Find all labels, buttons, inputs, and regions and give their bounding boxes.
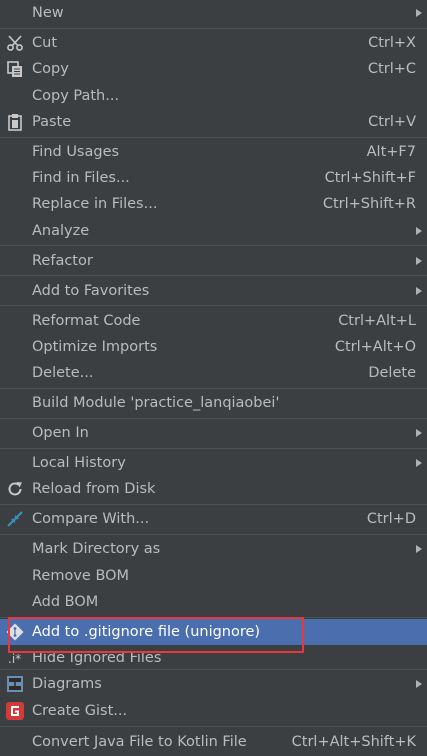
menu-item-optimize-imports[interactable]: Optimize Imports Ctrl+Alt+O — [0, 334, 427, 360]
menu-item-new[interactable]: New — [0, 0, 427, 26]
submenu-arrow-icon — [416, 545, 422, 553]
menu-separator — [0, 617, 427, 618]
menu-item-label: Build Module 'practice_lanqiaobei' — [32, 395, 280, 411]
svg-text:.i*: .i* — [8, 652, 21, 666]
menu-item-convert-java-kotlin[interactable]: Convert Java File to Kotlin File Ctrl+Al… — [0, 729, 427, 755]
shortcut-label: Ctrl+Shift+F — [324, 170, 416, 186]
menu-item-label: Find Usages — [32, 144, 120, 160]
menu-item-label: Copy — [32, 61, 69, 77]
menu-item-build-module[interactable]: Build Module 'practice_lanqiaobei' — [0, 390, 427, 416]
shortcut-label: Ctrl+C — [367, 61, 416, 77]
copy-icon — [6, 60, 24, 78]
menu-separator — [0, 504, 427, 505]
submenu-arrow-icon — [416, 257, 422, 265]
compare-arrows-icon — [6, 510, 24, 528]
menu-item-delete[interactable]: Delete... Delete — [0, 360, 427, 386]
gist-icon — [6, 702, 24, 720]
menu-item-find-in-files[interactable]: Find in Files... Ctrl+Shift+F — [0, 165, 427, 191]
menu-item-add-to-favorites[interactable]: Add to Favorites — [0, 278, 427, 304]
menu-item-label: Add to Favorites — [32, 283, 150, 299]
shortcut-label: Ctrl+Alt+L — [338, 313, 416, 329]
menu-item-label: Paste — [32, 114, 72, 130]
submenu-arrow-icon — [416, 9, 422, 17]
shortcut-label: Delete — [368, 365, 416, 381]
menu-item-remove-bom[interactable]: Remove BOM — [0, 563, 427, 589]
menu-item-label: Copy Path... — [32, 88, 120, 104]
menu-item-label: New — [32, 5, 64, 21]
menu-item-label: Reformat Code — [32, 313, 141, 329]
menu-item-add-to-gitignore[interactable]: Add to .gitignore file (unignore) — [0, 619, 427, 645]
menu-item-mark-directory-as[interactable]: Mark Directory as — [0, 536, 427, 562]
menu-separator — [0, 448, 427, 449]
menu-separator — [0, 245, 427, 246]
menu-item-label: Local History — [32, 455, 126, 471]
shortcut-label: Ctrl+Alt+O — [334, 339, 416, 355]
menu-separator — [0, 305, 427, 306]
hide-files-icon: .i* — [6, 649, 24, 667]
menu-item-label: Convert Java File to Kotlin File — [32, 734, 247, 750]
menu-item-find-usages[interactable]: Find Usages Alt+F7 — [0, 139, 427, 165]
reload-icon — [6, 480, 24, 498]
context-menu: New Cut Ctrl+X Copy Ctrl+C Copy Path... … — [0, 0, 427, 756]
menu-item-label: Analyze — [32, 223, 90, 239]
submenu-arrow-icon — [416, 287, 422, 295]
menu-item-diagrams[interactable]: Diagrams — [0, 671, 427, 697]
menu-item-copy[interactable]: Copy Ctrl+C — [0, 56, 427, 82]
menu-item-label: Replace in Files... — [32, 196, 158, 212]
shortcut-label: Alt+F7 — [366, 144, 416, 160]
shortcut-label: Ctrl+X — [368, 35, 416, 51]
shortcut-label: Ctrl+D — [366, 511, 416, 527]
menu-separator — [0, 137, 427, 138]
menu-item-paste[interactable]: Paste Ctrl+V — [0, 109, 427, 135]
shortcut-label: Ctrl+V — [368, 114, 416, 130]
menu-item-label: Add BOM — [32, 594, 99, 610]
menu-separator — [0, 669, 427, 670]
menu-item-local-history[interactable]: Local History — [0, 450, 427, 476]
menu-item-label: Refactor — [32, 253, 93, 269]
menu-item-label: Mark Directory as — [32, 541, 161, 557]
menu-item-label: Delete... — [32, 365, 94, 381]
menu-item-add-bom[interactable]: Add BOM — [0, 589, 427, 615]
diagram-icon — [6, 675, 24, 693]
menu-separator — [0, 275, 427, 276]
menu-item-label: Reload from Disk — [32, 481, 156, 497]
menu-separator — [0, 726, 427, 727]
submenu-arrow-icon — [416, 227, 422, 235]
menu-item-label: Open In — [32, 425, 89, 441]
menu-item-cut[interactable]: Cut Ctrl+X — [0, 30, 427, 56]
menu-item-label: Add to .gitignore file (unignore) — [32, 624, 261, 640]
scissors-icon — [6, 34, 24, 52]
menu-item-copy-path[interactable]: Copy Path... — [0, 83, 427, 109]
shortcut-label: Ctrl+Alt+Shift+K — [291, 734, 416, 750]
menu-item-reload-from-disk[interactable]: Reload from Disk — [0, 476, 427, 502]
menu-item-analyze[interactable]: Analyze — [0, 218, 427, 244]
menu-item-refactor[interactable]: Refactor — [0, 248, 427, 274]
menu-item-label: Optimize Imports — [32, 339, 158, 355]
menu-item-compare-with[interactable]: Compare With... Ctrl+D — [0, 506, 427, 532]
shortcut-label: Ctrl+Shift+R — [322, 196, 416, 212]
menu-item-label: Diagrams — [32, 676, 102, 692]
menu-item-label: Cut — [32, 35, 57, 51]
menu-separator — [0, 388, 427, 389]
git-icon — [6, 623, 24, 641]
menu-separator — [0, 418, 427, 419]
menu-item-reformat-code[interactable]: Reformat Code Ctrl+Alt+L — [0, 308, 427, 334]
submenu-arrow-icon — [416, 680, 422, 688]
menu-item-open-in[interactable]: Open In — [0, 420, 427, 446]
menu-separator — [0, 534, 427, 535]
menu-separator — [0, 28, 427, 29]
menu-item-hide-ignored-files[interactable]: .i* Hide Ignored Files — [0, 645, 427, 671]
clipboard-icon — [6, 113, 24, 131]
submenu-arrow-icon — [416, 429, 422, 437]
submenu-arrow-icon — [416, 459, 422, 467]
menu-item-replace-in-files[interactable]: Replace in Files... Ctrl+Shift+R — [0, 191, 427, 217]
menu-item-label: Hide Ignored Files — [32, 650, 162, 666]
menu-item-create-gist[interactable]: Create Gist... — [0, 698, 427, 724]
menu-item-label: Find in Files... — [32, 170, 130, 186]
menu-item-label: Create Gist... — [32, 703, 128, 719]
menu-item-label: Remove BOM — [32, 568, 130, 584]
menu-item-label: Compare With... — [32, 511, 150, 527]
